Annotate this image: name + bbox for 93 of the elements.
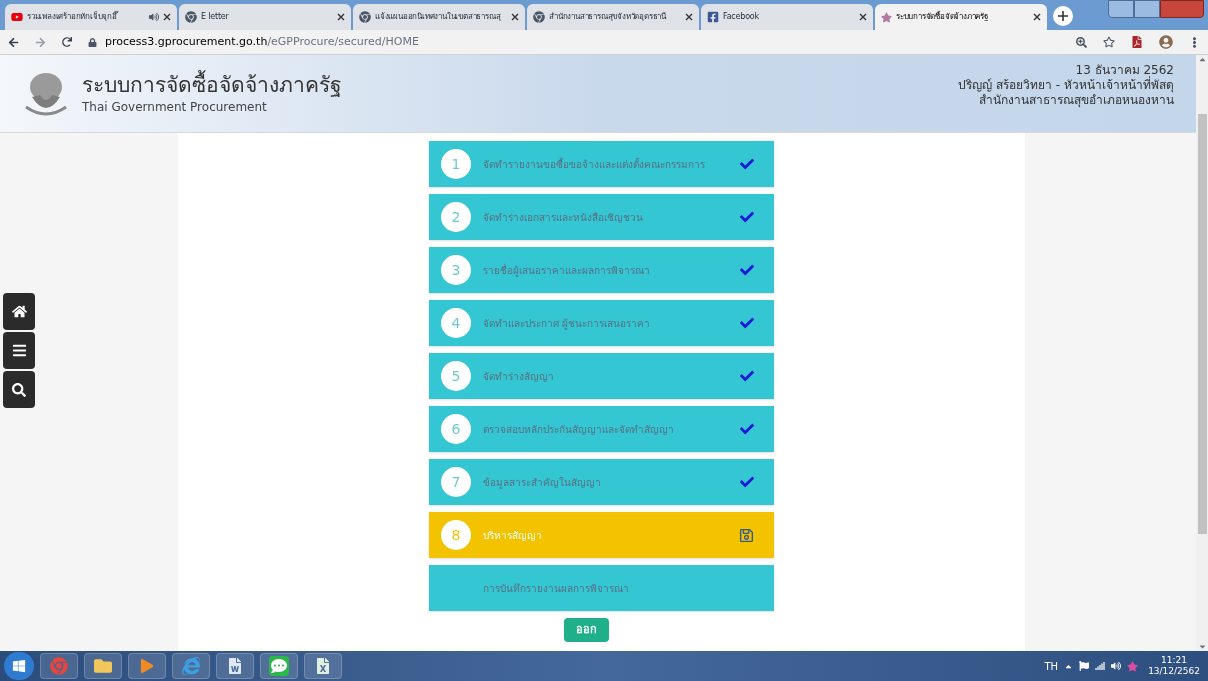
home-icon — [11, 304, 27, 319]
search-icon — [12, 382, 26, 397]
start-button[interactable] — [4, 652, 34, 680]
step-label: รายชื่อผู้เสนอราคาและผลการพิจารณา — [483, 262, 651, 278]
step-row[interactable]: 7 ข้อมูลสาระสำคัญในสัญญา — [429, 459, 774, 505]
browser-tab[interactable]: แจ้งแผนออกนิเทศงานในเขตสาธารณสุ — [353, 4, 525, 30]
windows-icon — [12, 659, 26, 673]
maximize-button[interactable] — [1134, 0, 1160, 18]
step-number: 5 — [441, 361, 471, 391]
speaker-icon[interactable] — [149, 12, 159, 22]
step-number: 7 — [441, 467, 471, 497]
step-label: การบันทึกรายงานผลการพิจารณา — [483, 581, 630, 596]
spreadsheet-icon[interactable] — [315, 658, 331, 674]
step-row[interactable]: การบันทึกรายงานผลการพิจารณา — [429, 565, 774, 611]
scroll-down-icon[interactable] — [1197, 642, 1207, 651]
plus-icon — [1058, 11, 1068, 21]
step-row[interactable]: 6 ตรวจสอบหลักประกันสัญญาและจัดทำสัญญา — [429, 406, 774, 452]
menu-button[interactable] — [3, 332, 35, 369]
office-text: สำนักงานสาธารณสุขอำเภอหนองหาน — [979, 93, 1174, 108]
scroll-up-icon[interactable] — [1197, 55, 1207, 64]
close-icon[interactable] — [163, 13, 171, 21]
volume-icon[interactable] — [1111, 661, 1122, 671]
step-number: 2 — [441, 202, 471, 232]
minimize-button[interactable] — [1108, 0, 1134, 18]
scrollbar-thumb[interactable] — [1197, 114, 1207, 534]
tab-title: รวมเพลงเศร้าอกหักเจ็บจุกอึ๊ — [27, 11, 120, 23]
step-number: 8 — [441, 520, 471, 550]
step-label: จัดทำและประกาศ ผู้ชนะการเสนอราคา — [483, 316, 652, 331]
menu-icon — [11, 343, 27, 358]
step-row[interactable]: 4 จัดทำและประกาศ ผู้ชนะการเสนอราคา — [429, 300, 774, 346]
reload-icon[interactable] — [62, 37, 72, 47]
site-title: ระบบการจัดซื้อจัดจ้างภาครัฐ — [82, 71, 342, 99]
browser-tab[interactable]: ระบบการจัดซื้อจัดจ้างภาครัฐ — [875, 4, 1047, 30]
date-text: 13 ธันวาคม 2562 — [1075, 63, 1174, 77]
browser-tab[interactable]: Facebook — [701, 4, 873, 30]
lock-icon — [88, 37, 97, 47]
step-number: 6 — [441, 414, 471, 444]
close-icon[interactable] — [337, 13, 345, 21]
step-row[interactable]: 8 บริหารสัญญา — [429, 512, 774, 558]
step-label: จัดทำรายงานขอซื้อขอจ้างและแต่งตั้งคณะกรรมการ — [483, 156, 706, 172]
tab-title: แจ้งแผนออกนิเทศงานในเขตสาธารณสุ — [375, 11, 502, 23]
clock[interactable]: 11:21 13/12/2562 — [1144, 655, 1204, 677]
emblem-icon — [881, 11, 892, 23]
step-number: 1 — [441, 149, 471, 179]
social-icon — [707, 11, 719, 23]
flag-icon[interactable] — [1079, 661, 1090, 671]
tab-title: ระบบการจัดซื้อจัดจ้างภาครัฐ — [896, 11, 989, 23]
browser-tab[interactable]: สำนักงานสาธารณสุขจังหวัดอุดรธานี — [527, 4, 699, 30]
step-label: ตรวจสอบหลักประกันสัญญาและจัดทำสัญญา — [483, 422, 675, 437]
step-label: จัดทำร่างสัญญา — [483, 369, 555, 384]
home-button[interactable] — [3, 293, 35, 330]
browser-tab[interactable]: E letter — [179, 4, 351, 30]
save-icon — [739, 527, 754, 543]
step-row[interactable]: 3 รายชื่อผู้เสนอราคาและผลการพิจารณา — [429, 247, 774, 293]
step-number: 4 — [441, 308, 471, 338]
clock-time: 11:21 — [1161, 655, 1188, 666]
globe-icon — [359, 11, 371, 23]
user-text: ปริญญ์ สร้อยวิทยา - หัวหน้าเจ้าหน้าที่พัสดุ — [958, 78, 1174, 93]
step-row[interactable]: 2 จัดทำร่างเอกสารและหนังสือเชิญชวน — [429, 194, 774, 240]
tab-title: Facebook — [723, 11, 760, 23]
exit-button[interactable]: ออก — [564, 618, 609, 642]
folder-icon[interactable] — [94, 657, 112, 675]
globe-icon — [185, 11, 197, 23]
address-field[interactable]: process3.gprocurement.go.th/eGPProcure/secured/HOME — [105, 33, 419, 51]
step-label: บริหารสัญญา — [483, 528, 543, 543]
close-icon[interactable] — [1033, 13, 1041, 21]
new-tab-button[interactable] — [1053, 6, 1073, 26]
star-icon[interactable] — [1103, 36, 1115, 48]
zoom-icon[interactable] — [1076, 36, 1087, 48]
step-row[interactable]: 1 จัดทำรายงานขอซื้อขอจ้างและแต่งตั้งคณะกรรมการ — [429, 141, 774, 187]
scrollbar[interactable] — [1196, 55, 1208, 651]
tab-title: สำนักงานสาธารณสุขจังหวัดอุดรธานี — [549, 11, 668, 23]
globe-icon — [533, 11, 545, 23]
site-subtitle: Thai Government Procurement — [82, 99, 268, 117]
document-icon[interactable] — [227, 658, 243, 674]
step-row[interactable]: 5 จัดทำร่างสัญญา — [429, 353, 774, 399]
browser-tab[interactable]: รวมเพลงเศร้าอกหักเจ็บจุกอึ๊ — [5, 4, 177, 30]
profile-icon[interactable] — [1159, 35, 1173, 49]
clock-date: 13/12/2562 — [1148, 666, 1200, 677]
step-label: ข้อมูลสาระสำคัญในสัญญา — [483, 475, 602, 490]
pdf-icon[interactable] — [1131, 36, 1143, 48]
close-icon[interactable] — [685, 13, 693, 21]
chat-icon[interactable] — [269, 656, 289, 676]
step-number: 3 — [441, 255, 471, 285]
back-icon[interactable] — [8, 36, 19, 48]
language-indicator[interactable]: TH — [1044, 658, 1059, 674]
step-label: จัดทำร่างเอกสารและหนังสือเชิญชวน — [483, 210, 644, 225]
search-button[interactable] — [3, 371, 35, 408]
close-icon[interactable] — [859, 13, 867, 21]
signal-icon[interactable] — [1095, 661, 1106, 671]
close-icon[interactable] — [511, 13, 519, 21]
video-icon — [11, 11, 23, 23]
tab-title: E letter — [201, 11, 230, 23]
